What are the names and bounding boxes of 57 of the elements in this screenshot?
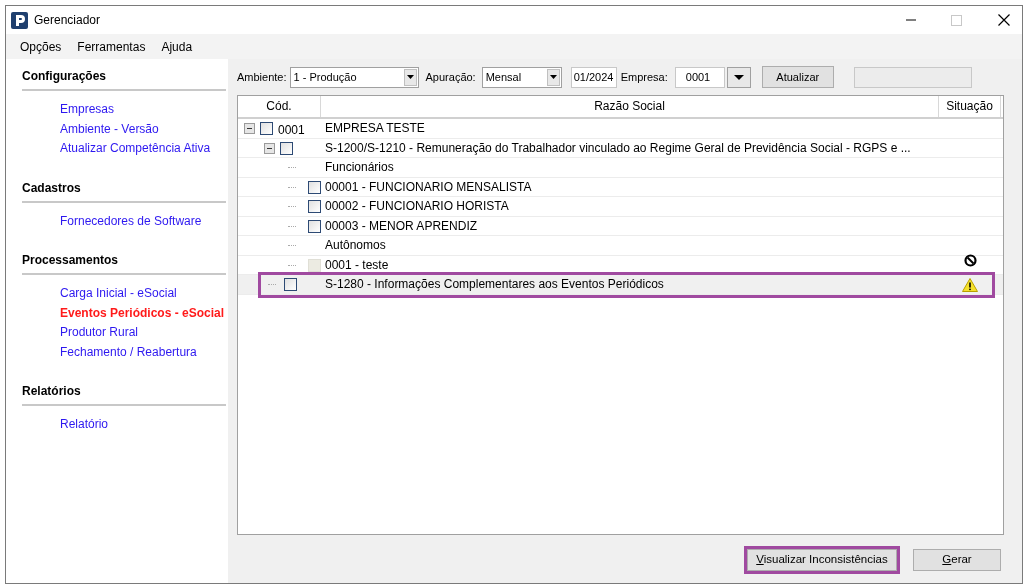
section-heading: Cadastros: [22, 178, 226, 203]
refresh-button[interactable]: Atualizar: [761, 66, 834, 88]
collapse-toggle-icon[interactable]: [244, 123, 255, 134]
row-text: 00001 - FUNCIONARIO MENSALISTA: [324, 178, 533, 196]
row-text: Funcionários: [324, 159, 395, 177]
checkbox[interactable]: [280, 141, 293, 155]
code-text: 0001: [278, 122, 305, 139]
row-text: 00003 - MENOR APRENDIZ: [324, 217, 479, 235]
checkbox[interactable]: [284, 278, 297, 291]
field-label: Ambiente:: [237, 69, 287, 85]
field-label: Empresa:: [620, 69, 668, 85]
checkbox[interactable]: [260, 122, 273, 135]
close-icon[interactable]: [998, 14, 1010, 26]
sidebar-link[interactable]: Carga Inicial - eSocial: [60, 284, 226, 304]
section-heading: Configurações: [22, 67, 226, 91]
column-header[interactable]: Cód.: [238, 96, 321, 117]
action-button[interactable]: Visualizar Inconsistências: [747, 549, 897, 571]
row-text: EMPRESA TESTE: [324, 120, 426, 138]
dropdown-arrow-icon: [549, 75, 557, 79]
row-text: 00002 - FUNCIONARIO HORISTA: [324, 198, 510, 216]
section-heading: Processamentos: [22, 251, 226, 275]
period-type-dropdown[interactable]: Mensal: [481, 66, 562, 88]
checkbox[interactable]: [308, 200, 321, 213]
column-header[interactable]: Razão Social: [321, 96, 939, 117]
row-text: S-1200/S-1210 - Remuneração do Trabalhador vinculado ao Regime Geral de Previdência Social - RGPS e ...: [324, 139, 912, 157]
tree-row[interactable]: S-1280 - Informações Complementares aos Eventos Periódicos: [238, 275, 1003, 295]
row-text: Autônomos: [324, 237, 387, 255]
collapse-toggle-icon[interactable]: [264, 142, 275, 154]
section-heading: Relatórios: [22, 382, 226, 406]
sidebar-link[interactable]: Fechamento / Reabertura: [60, 342, 226, 362]
column-header[interactable]: Situação: [939, 96, 1001, 117]
environment-dropdown[interactable]: 1 - Produção: [289, 66, 419, 88]
action-button[interactable]: Gerar: [913, 549, 1001, 571]
dropdown-arrow-icon: [406, 75, 414, 79]
row-text: S-1280 - Informações Complementares aos Eventos Periódicos: [324, 276, 665, 294]
dropdown-arrow-icon: [733, 74, 744, 80]
sidebar-link[interactable]: Produtor Rural: [60, 323, 226, 343]
field-label: Apuração:: [425, 69, 476, 85]
sidebar-link[interactable]: Relatório: [60, 415, 226, 435]
sidebar-link[interactable]: Fornecedores de Software: [60, 211, 226, 231]
checkbox[interactable]: [308, 219, 321, 233]
dropdown-button[interactable]: [726, 66, 751, 88]
sidebar-link[interactable]: Atualizar Competência Ativa: [60, 139, 226, 159]
checkbox[interactable]: [308, 180, 321, 194]
company-field[interactable]: 0001: [674, 66, 725, 88]
app-logo-icon: [11, 11, 28, 29]
sidebar-link[interactable]: Ambiente - Versão: [60, 119, 226, 139]
tree-row[interactable]: 00002 - FUNCIONARIO HORISTA: [238, 197, 1003, 217]
menu-item[interactable]: Ajuda: [161, 37, 193, 56]
menu-item[interactable]: Opções: [20, 37, 62, 56]
sidebar-link[interactable]: Eventos Periódicos - eSocial: [60, 303, 226, 323]
menu-item[interactable]: Ferramentas: [77, 37, 146, 56]
tree-row[interactable]: 0001 EMPRESA TESTE: [238, 119, 1003, 139]
period-field[interactable]: 01/2024: [570, 66, 617, 88]
row-text: 0001 - teste: [324, 256, 390, 274]
window-title: Gerenciador: [34, 12, 101, 29]
sidebar-link[interactable]: Empresas: [60, 100, 226, 120]
